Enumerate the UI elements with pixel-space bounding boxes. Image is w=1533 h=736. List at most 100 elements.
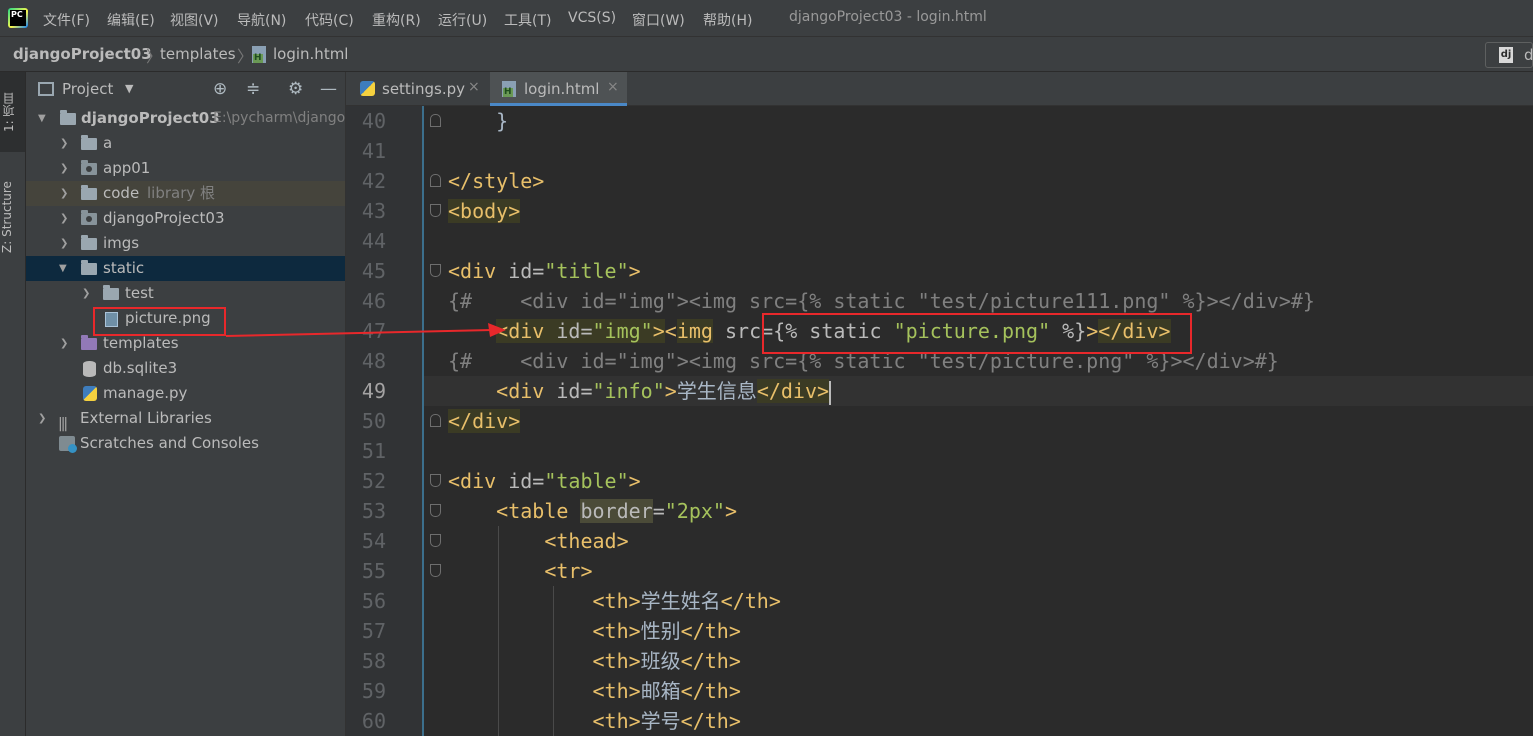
- menu-refactor[interactable]: 重构(R): [372, 10, 421, 30]
- breadcrumb: djangoProject03 〉 templates 〉 login.html: [0, 36, 1533, 72]
- tree-item[interactable]: ❯ code library 根: [26, 181, 345, 206]
- database-file-icon: [83, 361, 96, 377]
- menu-file[interactable]: 文件(F): [43, 10, 90, 30]
- fold-marker-icon[interactable]: [430, 474, 441, 487]
- fold-marker-icon[interactable]: [430, 114, 441, 127]
- tree-item[interactable]: manage.py: [26, 381, 345, 406]
- tree-item[interactable]: db.sqlite3: [26, 356, 345, 381]
- folder-icon: [81, 260, 97, 275]
- breadcrumb-templates[interactable]: templates: [160, 45, 236, 63]
- expand-arrow-icon[interactable]: ▼: [38, 106, 46, 131]
- fold-marker-icon[interactable]: [430, 564, 441, 577]
- tree-item[interactable]: Scratches and Consoles: [26, 431, 345, 456]
- menu-vcs[interactable]: VCS(S): [568, 10, 616, 26]
- hide-icon[interactable]: —: [320, 79, 337, 99]
- code-line-45: <div id="title">: [448, 259, 641, 283]
- menu-navigate[interactable]: 导航(N): [237, 10, 286, 30]
- fold-marker-icon[interactable]: [430, 204, 441, 217]
- html-file-icon: [502, 81, 516, 97]
- collapse-arrow-icon[interactable]: ❯: [60, 331, 68, 356]
- code-line-42: </style>: [448, 169, 545, 193]
- locate-icon[interactable]: ⊕: [213, 79, 227, 99]
- line-gutter: 40 41 42 43 44 45 46 47 48 49 50 51 52 5…: [346, 106, 424, 736]
- code-line-43: <body>: [448, 199, 521, 223]
- annotation-arrow: [225, 323, 506, 337]
- fold-marker-icon[interactable]: [430, 264, 441, 277]
- tree-item[interactable]: ❯ ||| External Libraries: [26, 406, 345, 432]
- folder-icon: [60, 110, 76, 125]
- collapse-arrow-icon[interactable]: ❯: [60, 181, 68, 206]
- code-line-58: <th>班级</th>: [592, 649, 741, 673]
- code-editor[interactable]: 40 41 42 43 44 45 46 47 48 49 50 51 52 5…: [346, 106, 1533, 736]
- project-view-selector[interactable]: Project: [62, 80, 113, 98]
- folder-icon: [103, 285, 119, 300]
- tree-item[interactable]: ❯ app01: [26, 156, 345, 181]
- collapse-arrow-icon[interactable]: ❯: [60, 206, 68, 231]
- collapse-arrow-icon[interactable]: ❯: [60, 131, 68, 156]
- window-title: djangoProject03 - login.html: [789, 9, 987, 25]
- project-panel: Project ▼ ⊕ ≑ ⚙ — ▼ djangoProject03 E:\p…: [26, 72, 346, 736]
- collapse-arrow-icon[interactable]: ❯: [60, 156, 68, 181]
- menu-code[interactable]: 代码(C): [305, 10, 354, 30]
- tree-item[interactable]: ❯ djangoProject03: [26, 206, 345, 231]
- project-tree: ▼ djangoProject03 E:\pycharm\djangoProje…: [26, 106, 345, 456]
- folder-icon: [81, 135, 97, 150]
- fold-marker-icon[interactable]: [430, 174, 441, 187]
- code-line-54: <thead>: [544, 529, 629, 553]
- code-line-53: <table border="2px">: [496, 499, 738, 523]
- html-file-icon: [252, 46, 266, 63]
- project-view-icon: [38, 82, 54, 96]
- code-line-57: <th>性别</th>: [592, 619, 741, 643]
- fold-marker-icon[interactable]: [430, 504, 441, 517]
- gear-icon[interactable]: ⚙: [288, 79, 303, 99]
- menu-help[interactable]: 帮助(H): [703, 10, 752, 30]
- dropdown-caret-icon[interactable]: ▼: [125, 82, 133, 95]
- tree-item[interactable]: ❯ test: [26, 281, 345, 306]
- project-panel-header: Project ▼ ⊕ ≑ ⚙ —: [26, 72, 345, 106]
- code-line-52: <div id="table">: [448, 469, 641, 493]
- python-file-icon: [83, 386, 97, 401]
- code-line-40: }: [496, 109, 509, 133]
- collapse-arrow-icon[interactable]: ❯: [82, 281, 90, 306]
- tool-window-strip: 1: 项目 Z: Structure: [0, 72, 26, 736]
- module-folder-icon: [81, 210, 97, 225]
- menu-window[interactable]: 窗口(W): [632, 10, 685, 30]
- gutter-divider: [422, 106, 424, 736]
- code-line-56: <th>学生姓名</th>: [592, 589, 781, 613]
- menu-edit[interactable]: 编辑(E): [107, 10, 155, 30]
- close-icon[interactable]: ×: [468, 79, 480, 95]
- python-file-icon: [360, 81, 375, 96]
- fold-marker-icon[interactable]: [430, 414, 441, 427]
- close-icon[interactable]: ×: [607, 79, 619, 95]
- annotation-box-code: [762, 313, 1192, 354]
- project-tool-tab[interactable]: 1: 项目: [0, 72, 25, 152]
- tab-login-html[interactable]: login.html ×: [490, 72, 627, 106]
- tree-root[interactable]: ▼ djangoProject03 E:\pycharm\djangoProje…: [26, 106, 345, 131]
- collapse-all-icon[interactable]: ≑: [246, 79, 260, 99]
- menu-run[interactable]: 运行(U): [438, 10, 487, 30]
- collapse-arrow-icon[interactable]: ❯: [38, 406, 46, 431]
- expand-arrow-icon[interactable]: ▼: [59, 256, 67, 281]
- menu-tools[interactable]: 工具(T): [504, 10, 551, 30]
- structure-tool-tab[interactable]: Z: Structure: [0, 167, 25, 267]
- breadcrumb-project[interactable]: djangoProject03: [13, 45, 152, 63]
- tab-settings-py[interactable]: settings.py ×: [346, 72, 488, 106]
- editor-tabs: settings.py × login.html ×: [346, 72, 1533, 106]
- menu-view[interactable]: 视图(V): [170, 10, 219, 30]
- folder-icon: [81, 185, 97, 200]
- tree-item[interactable]: ❯ a: [26, 131, 345, 156]
- tree-item-selected[interactable]: ▼ static: [26, 256, 345, 281]
- pycharm-logo-icon: PC: [8, 8, 28, 28]
- fold-marker-icon[interactable]: [430, 534, 441, 547]
- menu-bar: PC 文件(F) 编辑(E) 视图(V) 导航(N) 代码(C) 重构(R) 运…: [0, 0, 1533, 36]
- tree-item[interactable]: ❯ imgs: [26, 231, 345, 256]
- code-line-50: </div>: [448, 409, 521, 433]
- run-config-button[interactable]: dj dj: [1485, 42, 1533, 68]
- text-caret: [829, 380, 832, 405]
- scratches-icon: [59, 436, 77, 453]
- django-icon: dj: [1499, 47, 1513, 63]
- breadcrumb-separator-icon: 〉: [237, 47, 254, 66]
- module-folder-icon: [81, 160, 97, 175]
- breadcrumb-file[interactable]: login.html: [273, 45, 348, 63]
- collapse-arrow-icon[interactable]: ❯: [60, 231, 68, 256]
